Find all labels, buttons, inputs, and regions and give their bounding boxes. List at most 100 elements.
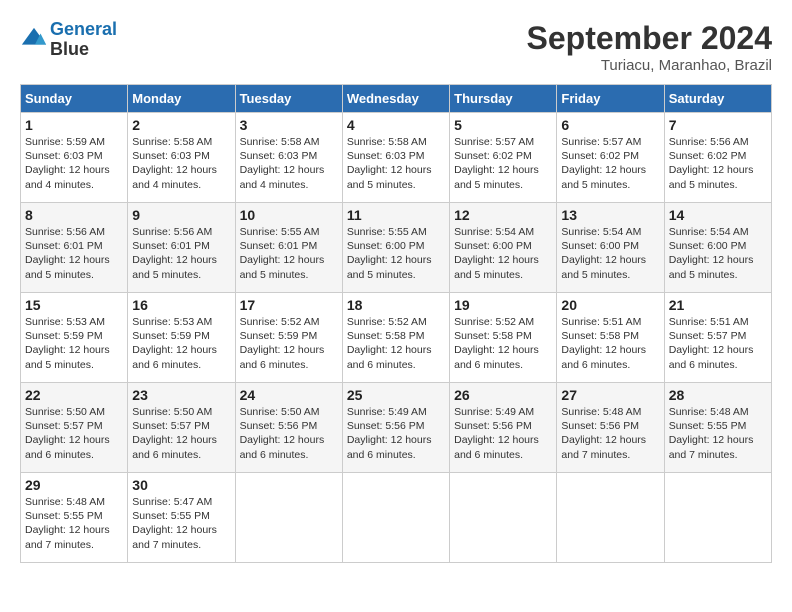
day-info: Sunrise: 5:59 AM Sunset: 6:03 PM Dayligh… (25, 135, 123, 192)
logo-line2: Blue (50, 39, 89, 59)
day-info: Sunrise: 5:48 AM Sunset: 5:55 PM Dayligh… (669, 405, 767, 462)
day-number: 5 (454, 117, 552, 133)
calendar-cell: 23 Sunrise: 5:50 AM Sunset: 5:57 PM Dayl… (128, 383, 235, 473)
day-info: Sunrise: 5:50 AM Sunset: 5:56 PM Dayligh… (240, 405, 338, 462)
header-thursday: Thursday (450, 85, 557, 113)
day-info: Sunrise: 5:54 AM Sunset: 6:00 PM Dayligh… (669, 225, 767, 282)
page-header: General Blue September 2024 Turiacu, Mar… (20, 20, 772, 74)
day-number: 14 (669, 207, 767, 223)
day-info: Sunrise: 5:50 AM Sunset: 5:57 PM Dayligh… (25, 405, 123, 462)
calendar-cell: 11 Sunrise: 5:55 AM Sunset: 6:00 PM Dayl… (342, 203, 449, 293)
calendar-cell: 5 Sunrise: 5:57 AM Sunset: 6:02 PM Dayli… (450, 113, 557, 203)
calendar-cell: 20 Sunrise: 5:51 AM Sunset: 5:58 PM Dayl… (557, 293, 664, 383)
header-saturday: Saturday (664, 85, 771, 113)
day-number: 23 (132, 387, 230, 403)
day-info: Sunrise: 5:56 AM Sunset: 6:01 PM Dayligh… (25, 225, 123, 282)
calendar-cell (342, 473, 449, 563)
calendar-cell: 28 Sunrise: 5:48 AM Sunset: 5:55 PM Dayl… (664, 383, 771, 473)
calendar-cell: 2 Sunrise: 5:58 AM Sunset: 6:03 PM Dayli… (128, 113, 235, 203)
calendar-cell: 29 Sunrise: 5:48 AM Sunset: 5:55 PM Dayl… (21, 473, 128, 563)
calendar-cell: 4 Sunrise: 5:58 AM Sunset: 6:03 PM Dayli… (342, 113, 449, 203)
day-number: 9 (132, 207, 230, 223)
day-info: Sunrise: 5:52 AM Sunset: 5:58 PM Dayligh… (454, 315, 552, 372)
day-info: Sunrise: 5:58 AM Sunset: 6:03 PM Dayligh… (240, 135, 338, 192)
day-number: 28 (669, 387, 767, 403)
logo: General Blue (20, 20, 117, 60)
day-info: Sunrise: 5:52 AM Sunset: 5:58 PM Dayligh… (347, 315, 445, 372)
day-number: 2 (132, 117, 230, 133)
calendar-row-4: 22 Sunrise: 5:50 AM Sunset: 5:57 PM Dayl… (21, 383, 772, 473)
day-info: Sunrise: 5:48 AM Sunset: 5:56 PM Dayligh… (561, 405, 659, 462)
calendar-table: Sunday Monday Tuesday Wednesday Thursday… (20, 84, 772, 563)
logo-text: General Blue (50, 20, 117, 60)
calendar-cell: 1 Sunrise: 5:59 AM Sunset: 6:03 PM Dayli… (21, 113, 128, 203)
title-block: September 2024 Turiacu, Maranhao, Brazil (527, 20, 772, 74)
calendar-row-5: 29 Sunrise: 5:48 AM Sunset: 5:55 PM Dayl… (21, 473, 772, 563)
day-number: 26 (454, 387, 552, 403)
day-number: 10 (240, 207, 338, 223)
calendar-cell: 3 Sunrise: 5:58 AM Sunset: 6:03 PM Dayli… (235, 113, 342, 203)
day-info: Sunrise: 5:57 AM Sunset: 6:02 PM Dayligh… (561, 135, 659, 192)
calendar-cell (450, 473, 557, 563)
calendar-cell (557, 473, 664, 563)
day-info: Sunrise: 5:58 AM Sunset: 6:03 PM Dayligh… (347, 135, 445, 192)
calendar-cell: 24 Sunrise: 5:50 AM Sunset: 5:56 PM Dayl… (235, 383, 342, 473)
day-number: 8 (25, 207, 123, 223)
day-number: 20 (561, 297, 659, 313)
header-sunday: Sunday (21, 85, 128, 113)
day-info: Sunrise: 5:55 AM Sunset: 6:01 PM Dayligh… (240, 225, 338, 282)
day-info: Sunrise: 5:58 AM Sunset: 6:03 PM Dayligh… (132, 135, 230, 192)
day-number: 7 (669, 117, 767, 133)
day-number: 30 (132, 477, 230, 493)
day-number: 21 (669, 297, 767, 313)
weekday-header-row: Sunday Monday Tuesday Wednesday Thursday… (21, 85, 772, 113)
calendar-cell: 30 Sunrise: 5:47 AM Sunset: 5:55 PM Dayl… (128, 473, 235, 563)
day-number: 13 (561, 207, 659, 223)
calendar-cell: 21 Sunrise: 5:51 AM Sunset: 5:57 PM Dayl… (664, 293, 771, 383)
day-number: 3 (240, 117, 338, 133)
calendar-cell: 18 Sunrise: 5:52 AM Sunset: 5:58 PM Dayl… (342, 293, 449, 383)
header-tuesday: Tuesday (235, 85, 342, 113)
calendar-cell (664, 473, 771, 563)
calendar-cell: 22 Sunrise: 5:50 AM Sunset: 5:57 PM Dayl… (21, 383, 128, 473)
day-number: 29 (25, 477, 123, 493)
day-info: Sunrise: 5:51 AM Sunset: 5:58 PM Dayligh… (561, 315, 659, 372)
day-number: 11 (347, 207, 445, 223)
day-number: 16 (132, 297, 230, 313)
logo-line1: General (50, 19, 117, 39)
day-info: Sunrise: 5:49 AM Sunset: 5:56 PM Dayligh… (454, 405, 552, 462)
calendar-cell: 19 Sunrise: 5:52 AM Sunset: 5:58 PM Dayl… (450, 293, 557, 383)
day-number: 1 (25, 117, 123, 133)
day-info: Sunrise: 5:48 AM Sunset: 5:55 PM Dayligh… (25, 495, 123, 552)
calendar-cell: 13 Sunrise: 5:54 AM Sunset: 6:00 PM Dayl… (557, 203, 664, 293)
calendar-cell: 25 Sunrise: 5:49 AM Sunset: 5:56 PM Dayl… (342, 383, 449, 473)
day-info: Sunrise: 5:47 AM Sunset: 5:55 PM Dayligh… (132, 495, 230, 552)
day-number: 24 (240, 387, 338, 403)
day-number: 18 (347, 297, 445, 313)
header-monday: Monday (128, 85, 235, 113)
header-friday: Friday (557, 85, 664, 113)
day-number: 17 (240, 297, 338, 313)
day-number: 19 (454, 297, 552, 313)
calendar-row-2: 8 Sunrise: 5:56 AM Sunset: 6:01 PM Dayli… (21, 203, 772, 293)
calendar-cell: 6 Sunrise: 5:57 AM Sunset: 6:02 PM Dayli… (557, 113, 664, 203)
day-number: 6 (561, 117, 659, 133)
calendar-row-3: 15 Sunrise: 5:53 AM Sunset: 5:59 PM Dayl… (21, 293, 772, 383)
day-number: 15 (25, 297, 123, 313)
day-info: Sunrise: 5:50 AM Sunset: 5:57 PM Dayligh… (132, 405, 230, 462)
day-info: Sunrise: 5:56 AM Sunset: 6:02 PM Dayligh… (669, 135, 767, 192)
day-info: Sunrise: 5:52 AM Sunset: 5:59 PM Dayligh… (240, 315, 338, 372)
calendar-cell: 16 Sunrise: 5:53 AM Sunset: 5:59 PM Dayl… (128, 293, 235, 383)
calendar-cell (235, 473, 342, 563)
day-info: Sunrise: 5:55 AM Sunset: 6:00 PM Dayligh… (347, 225, 445, 282)
calendar-cell: 12 Sunrise: 5:54 AM Sunset: 6:00 PM Dayl… (450, 203, 557, 293)
day-info: Sunrise: 5:53 AM Sunset: 5:59 PM Dayligh… (25, 315, 123, 372)
day-info: Sunrise: 5:53 AM Sunset: 5:59 PM Dayligh… (132, 315, 230, 372)
day-number: 12 (454, 207, 552, 223)
day-info: Sunrise: 5:57 AM Sunset: 6:02 PM Dayligh… (454, 135, 552, 192)
calendar-cell: 8 Sunrise: 5:56 AM Sunset: 6:01 PM Dayli… (21, 203, 128, 293)
day-info: Sunrise: 5:56 AM Sunset: 6:01 PM Dayligh… (132, 225, 230, 282)
calendar-cell: 10 Sunrise: 5:55 AM Sunset: 6:01 PM Dayl… (235, 203, 342, 293)
day-info: Sunrise: 5:49 AM Sunset: 5:56 PM Dayligh… (347, 405, 445, 462)
calendar-cell: 27 Sunrise: 5:48 AM Sunset: 5:56 PM Dayl… (557, 383, 664, 473)
